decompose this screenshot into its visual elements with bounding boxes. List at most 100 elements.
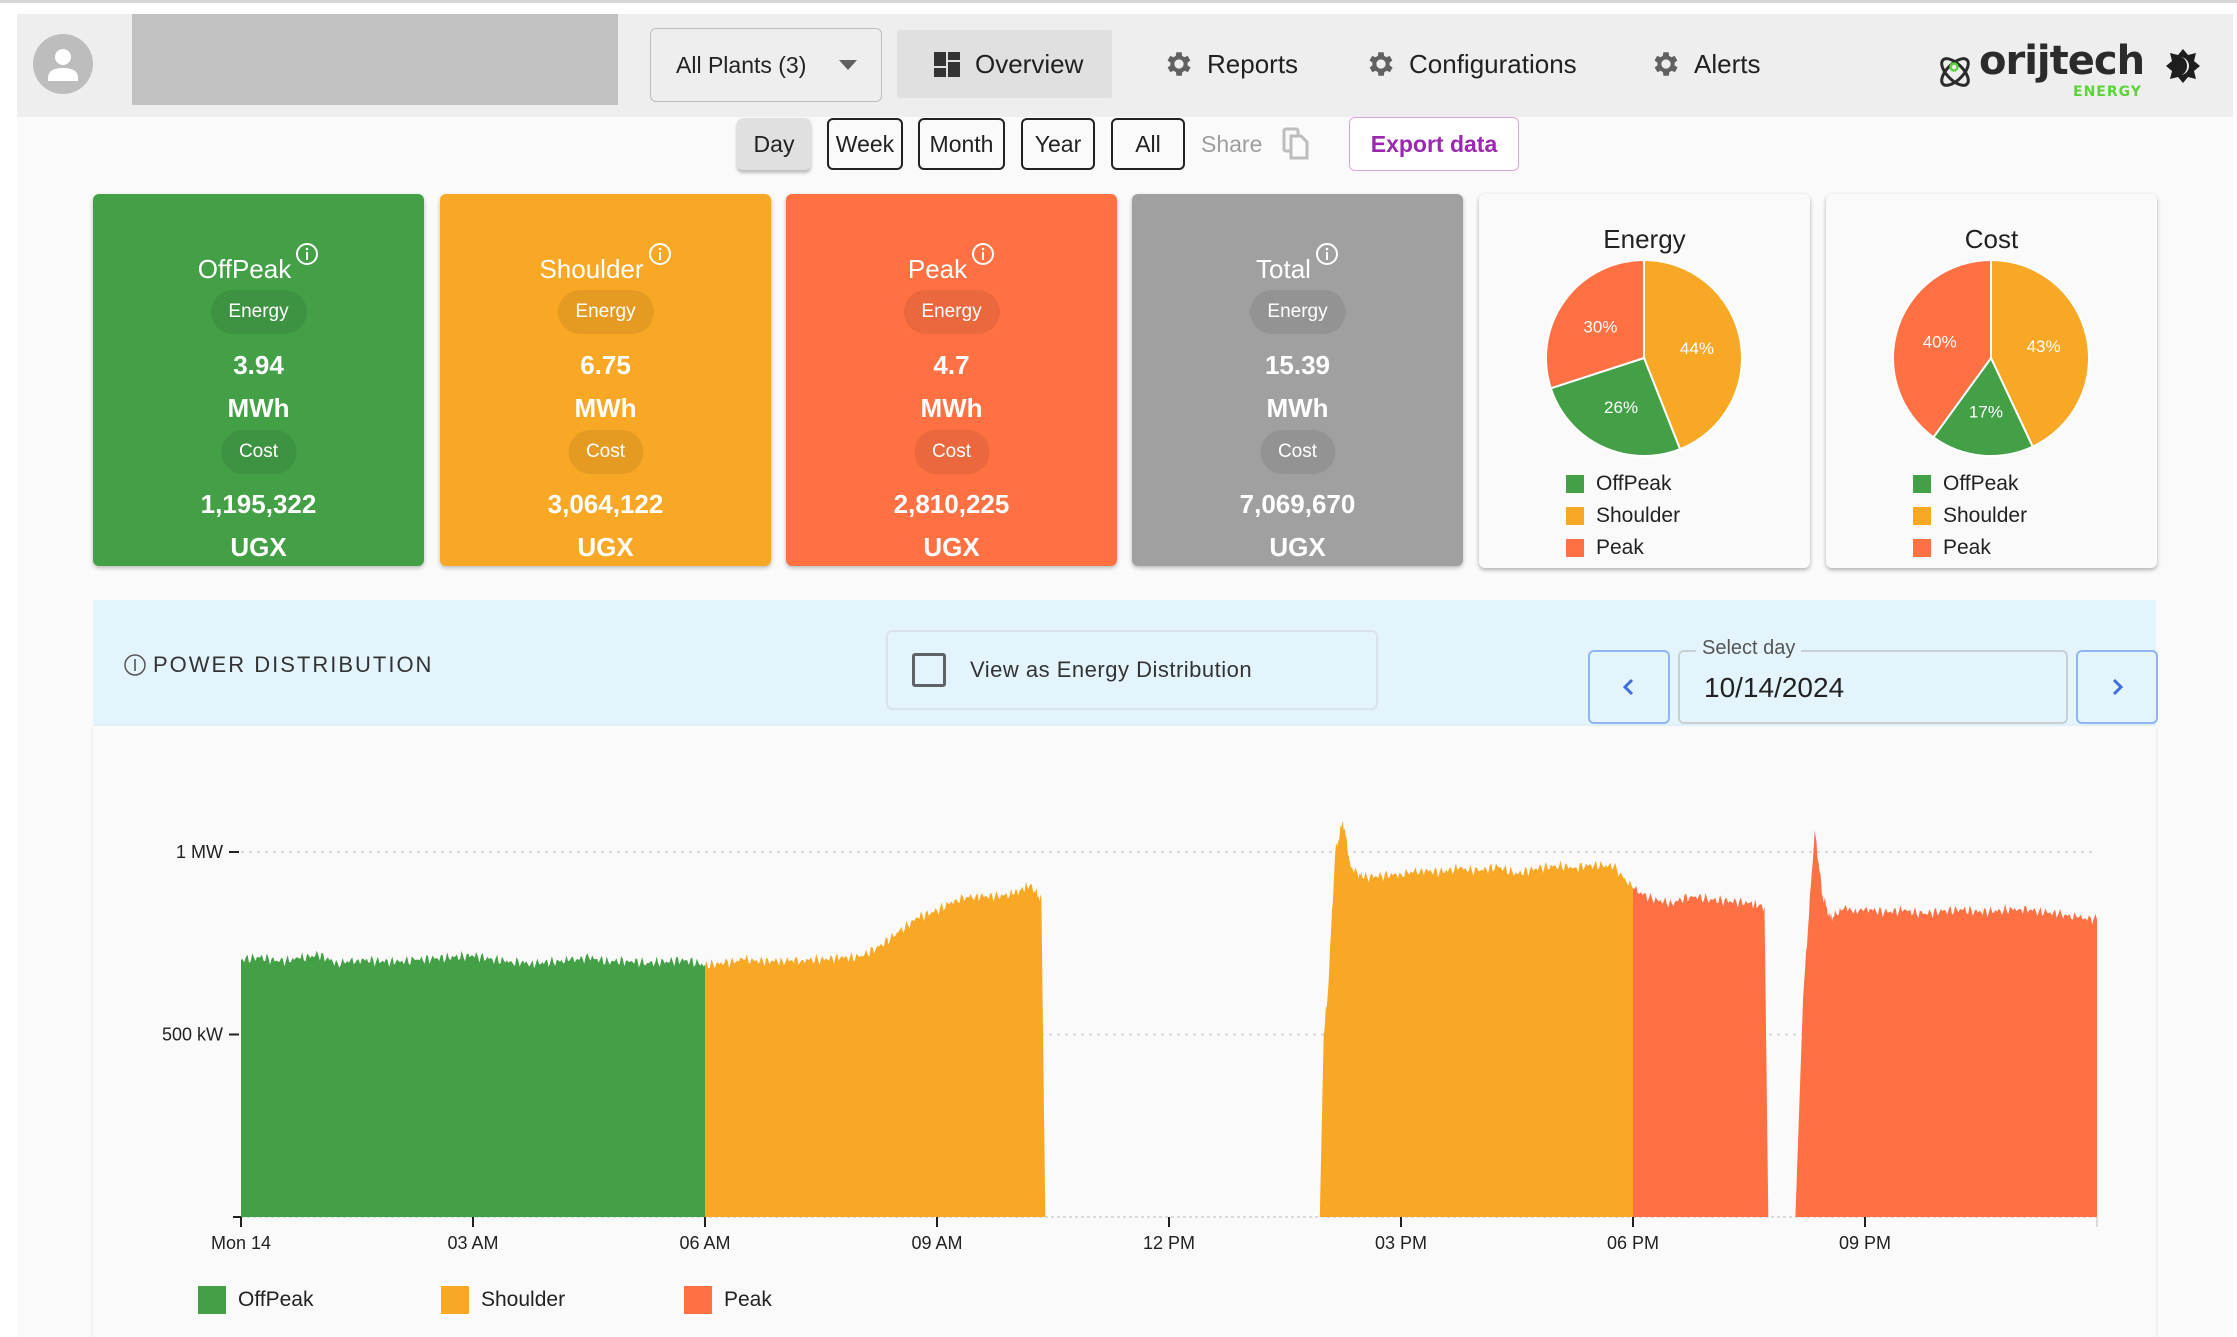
nav-tab-alerts[interactable]: Alerts <box>1612 30 1778 98</box>
nav-tab-reports[interactable]: Reports <box>1127 30 1316 98</box>
export-data-button[interactable]: Export data <box>1349 117 1519 171</box>
power-area-chart: 500 kW 1 MW Mon 14 03 AM 06 AM 09 AM 12 PM 03 P… <box>162 821 2098 1253</box>
cost-unit: UGX <box>230 532 287 562</box>
info-icon[interactable] <box>1315 242 1339 266</box>
logo-wordmark: orijtech <box>1979 38 2145 84</box>
legend-label: Peak <box>1943 536 1991 559</box>
energy-unit: MWh <box>920 393 983 423</box>
period-year-button[interactable]: Year <box>1021 118 1095 170</box>
energy-chip: Energy <box>210 290 307 334</box>
cost-chip: Cost <box>913 430 990 474</box>
legend-swatch <box>1566 507 1584 525</box>
chart-legend-offpeak[interactable]: OffPeak <box>198 1286 314 1314</box>
y-tick-label: 500 kW <box>162 1025 223 1045</box>
chart-legend-peak[interactable]: Peak <box>684 1286 772 1314</box>
card-title-text: OffPeak <box>197 254 292 284</box>
chart-legend-shoulder[interactable]: Shoulder <box>441 1286 565 1314</box>
select-day-date-input[interactable]: Select day 10/14/2024 <box>1678 637 2068 724</box>
pie-legend: OffPeak Shoulder Peak <box>1566 468 1680 564</box>
legend-item-peak: Peak <box>1566 532 1680 564</box>
checkbox-unchecked-icon[interactable] <box>912 653 946 687</box>
card-title: Peak <box>786 242 1117 285</box>
period-month-button[interactable]: Month <box>918 118 1005 170</box>
stat-card-shoulder: Shoulder Energy 6.75 MWh Cost 3,064,122 … <box>440 194 771 566</box>
cost-unit: UGX <box>577 532 634 562</box>
area-series-offpeak[interactable] <box>241 950 705 1217</box>
area-series-peak[interactable] <box>1633 830 2097 1217</box>
cost-chip: Cost <box>1259 430 1336 474</box>
card-title: OffPeak <box>93 242 424 285</box>
card-title: Shoulder <box>440 242 771 285</box>
previous-day-button[interactable] <box>1588 650 1670 724</box>
x-tick-label: 09 PM <box>1839 1233 1891 1253</box>
nav-tab-configurations[interactable]: Configurations <box>1327 30 1595 98</box>
legend-label: OffPeak <box>238 1288 314 1311</box>
info-icon[interactable] <box>123 653 147 677</box>
plant-selector-dropdown[interactable]: All Plants (3) <box>650 28 882 102</box>
pie-title: Cost <box>1964 224 2019 254</box>
legend-item-offpeak: OffPeak <box>1566 468 1680 500</box>
legend-swatch <box>1913 475 1931 493</box>
legend-swatch <box>1566 475 1584 493</box>
orijtech-logo: orijtech ENERGY <box>1935 38 2145 100</box>
energy-value: 4.7 <box>933 350 970 380</box>
cost-unit: UGX <box>923 532 980 562</box>
view-as-energy-checkbox[interactable]: View as Energy Distribution <box>886 630 1378 710</box>
legend-label: Peak <box>1596 536 1644 559</box>
window-top-border <box>0 0 2237 3</box>
share-button[interactable]: Share <box>1201 126 1310 162</box>
legend-swatch <box>684 1286 712 1314</box>
info-icon[interactable] <box>971 242 995 266</box>
legend-item-shoulder: Shoulder <box>1566 500 1680 532</box>
legend-swatch <box>1913 507 1931 525</box>
x-tick-label: 03 AM <box>447 1233 498 1253</box>
period-day-button[interactable]: Day <box>737 118 811 170</box>
dashboard-icon <box>931 48 963 80</box>
atom-logo-icon <box>1940 57 1970 87</box>
period-week-button[interactable]: Week <box>827 118 903 170</box>
chevron-down-icon <box>839 60 857 70</box>
page: All Plants (3) Overview Reports Configur… <box>17 14 2233 1337</box>
legend-label: Shoulder <box>481 1288 566 1311</box>
legend-item-shoulder: Shoulder <box>1913 500 2027 532</box>
nav-label: Configurations <box>1409 48 1577 79</box>
stat-card-total: Total Energy 15.39 MWh Cost 7,069,670 UG… <box>1132 194 1463 566</box>
logo-subtitle: ENERGY <box>2073 84 2142 100</box>
area-series-shoulder[interactable] <box>705 821 1633 1217</box>
period-all-button[interactable]: All <box>1111 118 1185 170</box>
nav-tab-overview[interactable]: Overview <box>897 30 1112 98</box>
pie-slice-label: 44% <box>1680 339 1714 358</box>
energy-value: 3.94 <box>233 350 284 380</box>
cost-value: 7,069,670 <box>1239 489 1356 519</box>
nav-label: Overview <box>975 48 1084 79</box>
energy-unit: MWh <box>227 393 290 423</box>
power-distribution-chart-card: 500 kW 1 MW Mon 14 03 AM 06 AM 09 AM 12 PM 03 P… <box>93 726 2156 1337</box>
power-distribution-toolbar: POWER DISTRIBUTION View as Energy Distri… <box>93 600 2158 726</box>
share-label: Share <box>1201 130 1263 157</box>
user-avatar-icon[interactable] <box>33 34 93 94</box>
brightness-icon[interactable] <box>2165 48 2201 84</box>
card-title-text: Peak <box>907 254 968 284</box>
energy-pie-chart: 44% 26% 30% <box>1545 258 1743 457</box>
copy-icon <box>1282 127 1309 160</box>
pie-slice-label: 17% <box>1969 403 2003 422</box>
cost-chip: Cost <box>567 430 644 474</box>
cost-chip: Cost <box>220 430 297 474</box>
next-day-button[interactable] <box>2076 650 2158 724</box>
nav-label: Reports <box>1207 48 1299 79</box>
energy-value: 6.75 <box>580 350 631 380</box>
cost-value: 3,064,122 <box>547 489 664 519</box>
chevron-right-icon <box>2112 678 2124 696</box>
info-icon[interactable] <box>648 242 672 266</box>
legend-label: Peak <box>724 1288 772 1311</box>
x-tick-label: 06 AM <box>679 1233 730 1253</box>
cost-pie-card: Cost 43% 17% 40% OffPeak Shoulder Peak <box>1826 194 2157 568</box>
gear-icon <box>1365 48 1397 80</box>
legend-item-offpeak: OffPeak <box>1913 468 2027 500</box>
legend-swatch <box>198 1286 226 1314</box>
info-icon[interactable] <box>295 242 319 266</box>
pie-legend: OffPeak Shoulder Peak <box>1913 468 2027 564</box>
card-title-text: Total <box>1256 254 1311 284</box>
card-title-text: Shoulder <box>539 254 644 284</box>
pie-slice-label: 40% <box>1923 332 1957 351</box>
